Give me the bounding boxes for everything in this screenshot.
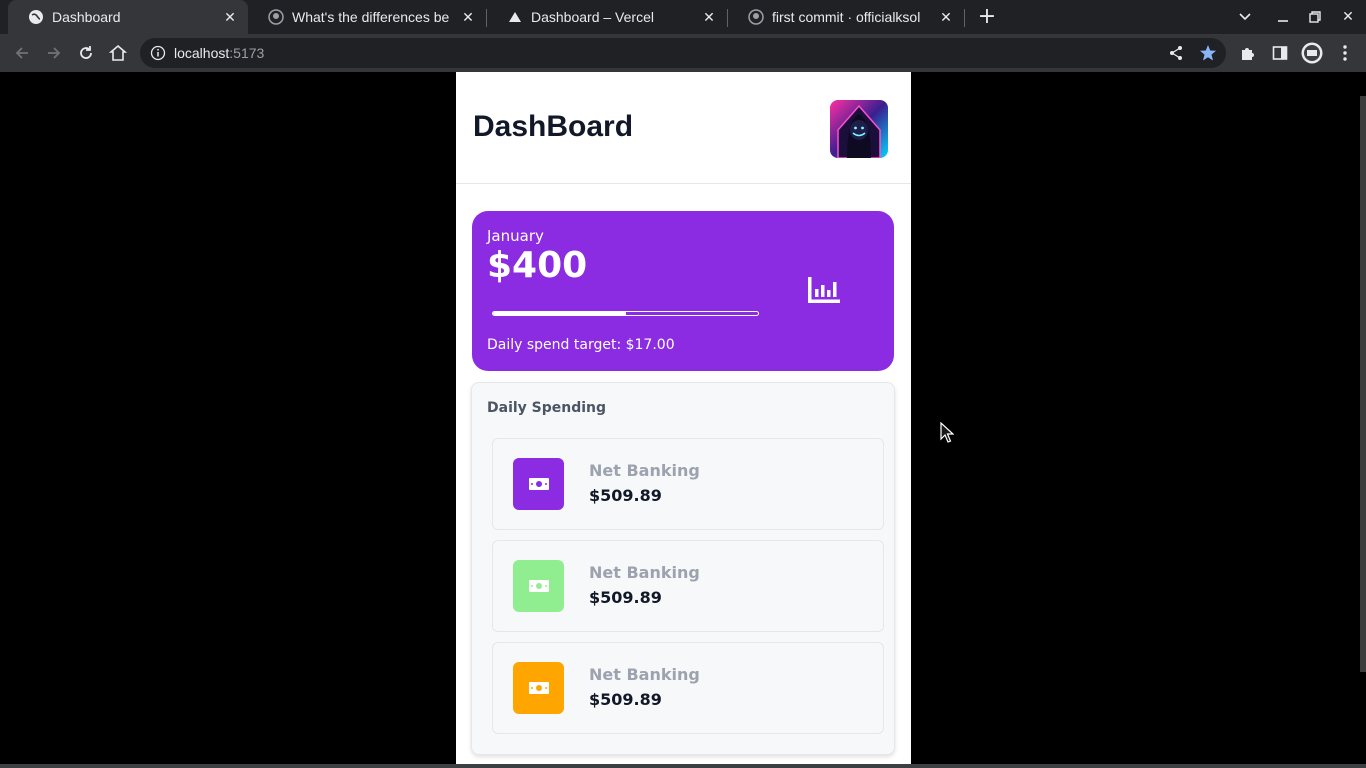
reload-icon[interactable] bbox=[74, 41, 98, 65]
tab-first-commit[interactable]: first commit · officialksol ✕ bbox=[728, 0, 964, 34]
item-amount: $509.89 bbox=[589, 690, 662, 709]
tab-title: What's the differences be bbox=[292, 9, 450, 25]
github-icon bbox=[268, 9, 284, 25]
section-title: Daily Spending bbox=[487, 400, 607, 416]
home-icon[interactable] bbox=[106, 41, 130, 65]
item-icon-tile bbox=[513, 560, 564, 612]
item-icon-tile bbox=[513, 458, 564, 510]
scrollbar-thumb[interactable] bbox=[1360, 96, 1366, 672]
extensions-puzzle-icon[interactable] bbox=[1236, 41, 1260, 65]
tab-vercel[interactable]: Dashboard – Vercel ✕ bbox=[487, 0, 727, 34]
item-name: Net Banking bbox=[589, 461, 700, 480]
new-tab-icon[interactable]: + bbox=[976, 6, 998, 28]
page-viewport: DashBoard January $400 Daily spend targe… bbox=[0, 72, 1366, 764]
item-amount: $509.89 bbox=[589, 486, 662, 505]
side-panel-icon[interactable] bbox=[1268, 41, 1292, 65]
list-item[interactable]: Net Banking $509.89 bbox=[492, 642, 884, 734]
vercel-triangle-icon bbox=[507, 9, 523, 25]
item-name: Net Banking bbox=[589, 665, 700, 684]
page-title: DashBoard bbox=[473, 110, 634, 143]
tab-title: first commit · officialksol bbox=[772, 9, 921, 25]
close-window-icon[interactable]: ✕ bbox=[1337, 6, 1359, 28]
close-tab-icon[interactable]: ✕ bbox=[460, 9, 476, 25]
dashboard-app: DashBoard January $400 Daily spend targe… bbox=[456, 72, 911, 764]
tab-separator bbox=[964, 9, 965, 27]
url-text: localhost:5173 bbox=[174, 45, 264, 61]
url-host: localhost bbox=[174, 45, 230, 61]
forward-icon[interactable] bbox=[42, 41, 66, 65]
github-icon bbox=[748, 9, 764, 25]
money-bill-icon bbox=[528, 577, 549, 596]
daily-spending-panel: Daily Spending Net Banking $509.89 Net B… bbox=[471, 382, 895, 755]
app-header: DashBoard bbox=[456, 72, 911, 184]
bookmark-star-icon[interactable] bbox=[1196, 41, 1220, 65]
close-tab-icon[interactable]: ✕ bbox=[701, 9, 717, 25]
globe-icon bbox=[28, 9, 44, 25]
browser-tab-strip: Dashboard ✕ What's the differences be ✕ … bbox=[0, 0, 1366, 34]
tab-differences[interactable]: What's the differences be ✕ bbox=[248, 0, 486, 34]
minimize-icon[interactable] bbox=[1272, 6, 1294, 28]
money-bill-icon bbox=[528, 679, 549, 698]
mouse-cursor-icon bbox=[940, 422, 954, 443]
month-amount: $400 bbox=[487, 245, 588, 286]
menu-kebab-icon[interactable] bbox=[1333, 41, 1357, 65]
close-tab-icon[interactable]: ✕ bbox=[938, 9, 954, 25]
spend-progress-fill bbox=[493, 312, 626, 315]
browser-toolbar: localhost:5173 bbox=[0, 34, 1366, 72]
profile-avatar-icon[interactable] bbox=[1300, 41, 1324, 65]
item-icon-tile bbox=[513, 662, 564, 714]
tab-dashboard[interactable]: Dashboard ✕ bbox=[8, 0, 248, 34]
money-bill-icon bbox=[528, 475, 549, 494]
monthly-summary-card: January $400 Daily spend target: $17.00 bbox=[472, 211, 894, 371]
daily-target-text: Daily spend target: $17.00 bbox=[487, 337, 675, 353]
address-bar[interactable]: localhost:5173 bbox=[140, 38, 1226, 68]
list-item[interactable]: Net Banking $509.89 bbox=[492, 438, 884, 530]
item-name: Net Banking bbox=[589, 563, 700, 582]
bar-chart-icon[interactable] bbox=[808, 277, 840, 303]
tab-title: Dashboard – Vercel bbox=[531, 9, 654, 25]
share-icon[interactable] bbox=[1164, 41, 1188, 65]
month-label: January bbox=[487, 227, 544, 245]
tab-search-chevron-icon[interactable] bbox=[1234, 6, 1256, 28]
list-item[interactable]: Net Banking $509.89 bbox=[492, 540, 884, 632]
spend-progress-bar bbox=[492, 311, 759, 316]
site-info-icon[interactable] bbox=[150, 45, 166, 61]
restore-icon[interactable] bbox=[1304, 6, 1326, 28]
avatar[interactable] bbox=[830, 100, 888, 158]
back-icon[interactable] bbox=[10, 41, 34, 65]
item-amount: $509.89 bbox=[589, 588, 662, 607]
url-port: :5173 bbox=[229, 45, 265, 61]
window-bottom-edge bbox=[0, 764, 1366, 768]
tab-title: Dashboard bbox=[52, 9, 121, 25]
close-tab-icon[interactable]: ✕ bbox=[222, 9, 238, 25]
